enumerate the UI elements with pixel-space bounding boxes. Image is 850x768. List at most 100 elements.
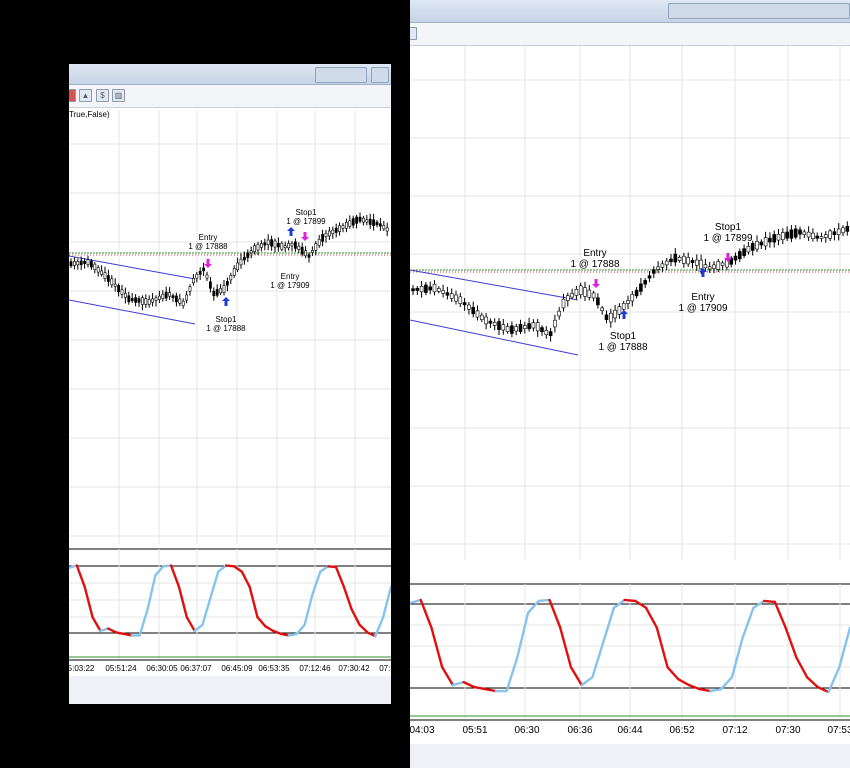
- oscillator-segment: [559, 626, 573, 669]
- candle-body: [171, 295, 175, 299]
- candle-body: [742, 248, 746, 256]
- oscillator-segment: [201, 597, 212, 626]
- right-price-chart[interactable]: Entry1 @ 17888Stop11 @ 17888Entry1 @ 179…: [410, 0, 850, 768]
- candle-body: [561, 298, 566, 309]
- candle-body: [294, 241, 297, 249]
- candle-body: [110, 278, 114, 286]
- candle-body: [432, 283, 437, 293]
- time-axis-tick-label: 06:44: [617, 725, 642, 736]
- candle-body: [192, 277, 195, 284]
- candle-body: [819, 236, 824, 239]
- time-axis-tick-label: 5:03:22: [69, 664, 95, 673]
- entry-arrow-icon: [592, 279, 600, 288]
- oscillator-segment: [209, 570, 220, 600]
- candle-body: [344, 221, 348, 229]
- candle-body: [334, 227, 338, 233]
- candle-body: [699, 259, 703, 270]
- candle-body: [523, 325, 527, 329]
- trade-annotation-title: Stop1: [610, 331, 637, 342]
- trade-annotation-title: Entry: [281, 272, 300, 281]
- candle-body: [263, 242, 267, 246]
- candle-body: [445, 292, 450, 296]
- time-axis-tick-label: 07:5: [379, 664, 391, 673]
- time-axis-tick-label: 06:30: [514, 725, 539, 736]
- stop-arrow-icon: [222, 297, 230, 306]
- left-price-chart[interactable]: Entry1 @ 17888Stop11 @ 17888Entry1 @ 179…: [69, 64, 391, 704]
- candle-body: [304, 250, 308, 257]
- entry-arrow-icon: [301, 232, 309, 241]
- candle-body: [553, 319, 557, 328]
- trade-annotation-title: Stop1: [715, 222, 742, 233]
- candle-body: [703, 264, 708, 269]
- candle-body: [130, 298, 134, 301]
- candle-body: [759, 241, 764, 246]
- candle-body: [215, 289, 219, 296]
- candle-body: [219, 288, 223, 294]
- oscillator-segment: [516, 611, 530, 659]
- scrollbar-area: [69, 676, 391, 704]
- candle-body: [690, 259, 695, 264]
- candle-body: [260, 243, 263, 248]
- candle-body: [372, 219, 376, 226]
- oscillator-segment: [169, 564, 181, 588]
- candle-body: [750, 243, 755, 251]
- candle-body: [249, 250, 253, 254]
- candle-body: [643, 280, 647, 285]
- candle-body: [492, 322, 497, 326]
- oscillator-segment: [677, 677, 691, 687]
- candle-body: [823, 234, 828, 238]
- oscillator-segment: [730, 636, 744, 679]
- candle-body: [175, 295, 178, 303]
- oscillator-segment: [75, 564, 86, 588]
- candle-body: [626, 300, 630, 304]
- candle-body: [768, 237, 772, 243]
- trade-annotation-detail: 1 @ 17899: [703, 233, 753, 244]
- candle-body: [113, 283, 117, 287]
- candle-body: [660, 263, 665, 268]
- candle-body: [83, 260, 87, 264]
- candle-body: [647, 275, 652, 279]
- candle-body: [763, 237, 768, 247]
- oscillator-segment: [319, 565, 330, 573]
- candle-body: [712, 264, 716, 270]
- candle-body: [604, 314, 609, 320]
- candle-body: [587, 289, 592, 298]
- trade-annotation-title: Entry: [691, 292, 714, 303]
- candle-body: [120, 289, 124, 295]
- oscillator-segment: [440, 666, 455, 687]
- oscillator-segment: [83, 585, 94, 619]
- candle-body: [652, 269, 656, 274]
- candle-body: [475, 310, 480, 318]
- candle-body: [297, 245, 301, 250]
- candle-body: [832, 231, 837, 236]
- candle-body: [202, 267, 206, 272]
- candle-body: [772, 234, 777, 243]
- candle-body: [617, 306, 622, 315]
- candle-body: [424, 284, 428, 293]
- candle-body: [441, 290, 445, 294]
- time-axis-tick-label: 07:53: [827, 725, 850, 736]
- candle-body: [229, 275, 233, 281]
- time-axis-tick-label: 05:51: [462, 725, 487, 736]
- oscillator-segment: [773, 600, 787, 629]
- candle-body: [209, 281, 212, 289]
- candle-body: [134, 297, 138, 303]
- candle-body: [634, 289, 639, 297]
- candle-body: [100, 270, 104, 275]
- time-axis-tick-label: 07:30:42: [338, 664, 370, 673]
- trade-annotation-detail: 1 @ 17888: [570, 259, 620, 270]
- oscillator-segment: [838, 626, 850, 669]
- candle-body: [270, 239, 274, 247]
- trade-annotation-title: Entry: [583, 248, 606, 259]
- oscillator-segment: [358, 623, 369, 634]
- candle-body: [243, 256, 246, 261]
- candle-body: [368, 218, 372, 225]
- candle-body: [733, 255, 738, 261]
- candle-body: [307, 254, 311, 258]
- time-axis-tick-label: 04:03: [410, 725, 435, 736]
- oscillator-segment: [430, 626, 444, 669]
- candle-body: [127, 295, 131, 303]
- candle-body: [232, 268, 236, 276]
- candle-body: [449, 293, 454, 299]
- oscillator-segment: [762, 599, 777, 604]
